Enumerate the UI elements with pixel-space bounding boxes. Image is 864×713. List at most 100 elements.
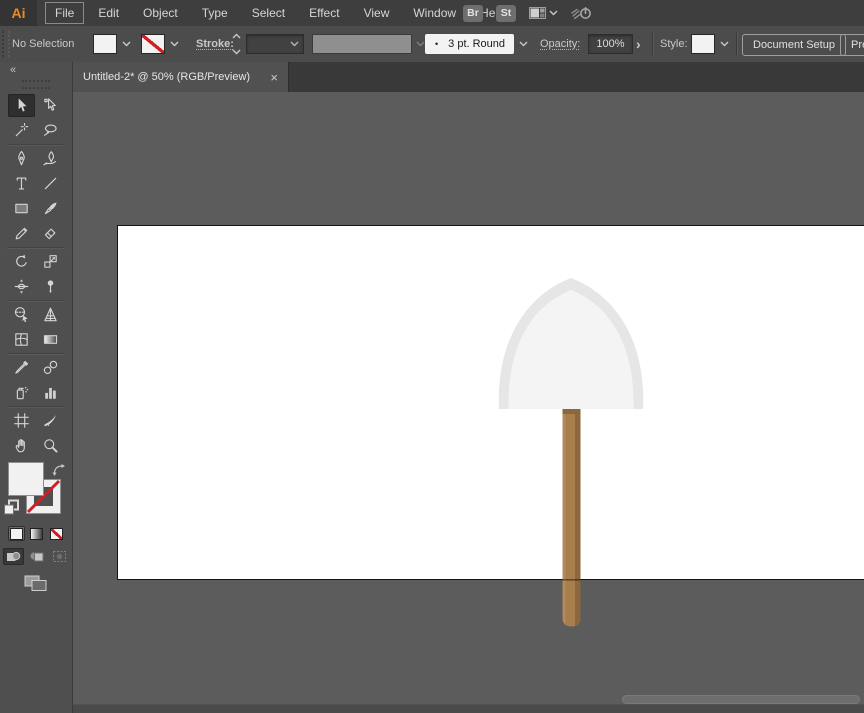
- gradient-mode-button[interactable]: [28, 526, 45, 541]
- type-tool[interactable]: [8, 172, 35, 195]
- workspace-switcher-button[interactable]: [529, 7, 558, 19]
- brush-definition-field[interactable]: • 3 pt. Round: [425, 34, 514, 54]
- shovel-handle[interactable]: [562, 409, 581, 627]
- menu-effect[interactable]: Effect: [297, 0, 351, 26]
- document-tab-bar: Untitled-2* @ 50% (RGB/Preview) ×: [73, 62, 864, 92]
- shovel-head: [508, 290, 634, 409]
- brush-value: 3 pt. Round: [448, 38, 506, 50]
- brush-dot-icon: •: [435, 39, 439, 49]
- zoom-tool[interactable]: [37, 434, 64, 457]
- width-profile-dropdown[interactable]: [312, 34, 412, 54]
- opacity-field[interactable]: 100%: [588, 34, 633, 54]
- document-tab[interactable]: Untitled-2* @ 50% (RGB/Preview) ×: [73, 62, 289, 92]
- color-mode-button[interactable]: [8, 526, 25, 541]
- tool-group-separator: [7, 300, 65, 301]
- horizontal-scrollbar-track[interactable]: [73, 704, 864, 713]
- brush-dropdown[interactable]: [515, 34, 532, 54]
- magic-wand-tool[interactable]: [8, 119, 35, 142]
- perspective-grid-tool[interactable]: [37, 303, 64, 326]
- separator: [736, 32, 737, 56]
- fill-color-dropdown[interactable]: [118, 34, 135, 54]
- menu-bar: Ai File Edit Object Type Select Effect View Win…: [0, 0, 864, 27]
- drawing-mode-row: [0, 548, 72, 565]
- app-logo: Ai: [0, 0, 37, 26]
- horizontal-scrollbar-thumb[interactable]: [622, 695, 860, 704]
- menu-view[interactable]: View: [352, 0, 402, 26]
- menu-edit[interactable]: Edit: [86, 0, 131, 26]
- illustrator-window: Ai File Edit Object Type Select Effect View Win…: [0, 0, 864, 713]
- pencil-tool[interactable]: [8, 222, 35, 245]
- lasso-tool[interactable]: [37, 119, 64, 142]
- selection-tool[interactable]: [8, 94, 35, 117]
- draw-inside-button[interactable]: [49, 548, 70, 565]
- menu-items: File Edit Object Type Select Effect View Window…: [43, 0, 517, 26]
- panel-grip[interactable]: [2, 31, 10, 57]
- chevron-down-icon: [290, 41, 299, 47]
- eraser-tool[interactable]: [37, 222, 64, 245]
- paintbrush-tool[interactable]: [37, 197, 64, 220]
- shape-builder-tool[interactable]: [8, 303, 35, 326]
- gpu-performance-icon[interactable]: [571, 5, 592, 21]
- screen-mode-button[interactable]: [23, 574, 49, 593]
- fill-proxy-swatch[interactable]: [8, 462, 44, 496]
- none-mode-button[interactable]: [48, 526, 65, 541]
- tool-grid: [0, 93, 72, 458]
- pen-tool[interactable]: [8, 147, 35, 170]
- stroke-width-combo[interactable]: [246, 34, 304, 54]
- menu-file[interactable]: File: [43, 0, 86, 26]
- mesh-tool[interactable]: [8, 328, 35, 351]
- style-dropdown[interactable]: [716, 34, 733, 54]
- document-setup-button[interactable]: Document Setup: [742, 34, 846, 56]
- stroke-width-stepper[interactable]: [230, 33, 242, 55]
- scale-tool[interactable]: [37, 250, 64, 273]
- eyedropper-tool[interactable]: [8, 356, 35, 379]
- artboard-tool[interactable]: [8, 409, 35, 432]
- fill-color-swatch[interactable]: [93, 34, 117, 54]
- tool-group-separator: [7, 353, 65, 354]
- tab-close-icon[interactable]: ×: [270, 71, 278, 84]
- control-bar: No Selection Stroke: • 3 pt. Round Opaci…: [0, 26, 864, 63]
- blend-tool[interactable]: [37, 356, 64, 379]
- canvas-area[interactable]: [73, 92, 864, 713]
- puppet-warp-tool[interactable]: [37, 275, 64, 298]
- draw-behind-button[interactable]: [26, 548, 47, 565]
- rotate-tool[interactable]: [8, 250, 35, 273]
- draw-normal-button[interactable]: [2, 548, 24, 565]
- rectangle-tool[interactable]: [8, 197, 35, 220]
- menu-object[interactable]: Object: [131, 0, 190, 26]
- style-swatch[interactable]: [691, 34, 715, 54]
- stroke-color-dropdown[interactable]: [166, 34, 183, 54]
- direct-selection-tool[interactable]: [37, 94, 64, 117]
- tool-group-separator: [7, 144, 65, 145]
- gradient-tool[interactable]: [37, 328, 64, 351]
- opacity-panel-link[interactable]: Opacity:: [540, 26, 580, 62]
- menu-select[interactable]: Select: [240, 0, 297, 26]
- paint-mode-row: [0, 526, 72, 541]
- shovel-artwork[interactable]: [498, 278, 644, 627]
- stroke-panel-link[interactable]: Stroke:: [196, 26, 234, 62]
- menu-type[interactable]: Type: [190, 0, 240, 26]
- column-graph-tool[interactable]: [37, 381, 64, 404]
- opacity-more-chevron[interactable]: ›: [636, 26, 641, 62]
- slice-tool[interactable]: [37, 409, 64, 432]
- panel-drag-grip[interactable]: [22, 80, 50, 89]
- panel-collapse-button[interactable]: «: [0, 62, 72, 78]
- preferences-button[interactable]: Pref: [840, 34, 864, 56]
- bridge-button[interactable]: Br: [463, 4, 483, 22]
- symbol-sprayer-tool[interactable]: [8, 381, 35, 404]
- stock-button[interactable]: St: [496, 4, 516, 22]
- width-tool[interactable]: [8, 275, 35, 298]
- tool-group-separator: [7, 247, 65, 248]
- curvature-tool[interactable]: [37, 147, 64, 170]
- hand-tool[interactable]: [8, 434, 35, 457]
- artwork-layer: [498, 278, 644, 627]
- stroke-color-swatch[interactable]: [141, 34, 165, 54]
- workspace-icon: [529, 7, 546, 19]
- chevron-down-icon: [549, 10, 558, 16]
- default-fill-stroke-icon[interactable]: [3, 499, 20, 516]
- tool-group-separator: [7, 406, 65, 407]
- line-segment-tool[interactable]: [37, 172, 64, 195]
- swap-fill-stroke-icon[interactable]: [52, 463, 66, 476]
- menu-window[interactable]: Window: [401, 0, 468, 26]
- document-tab-title: Untitled-2* @ 50% (RGB/Preview): [83, 71, 251, 83]
